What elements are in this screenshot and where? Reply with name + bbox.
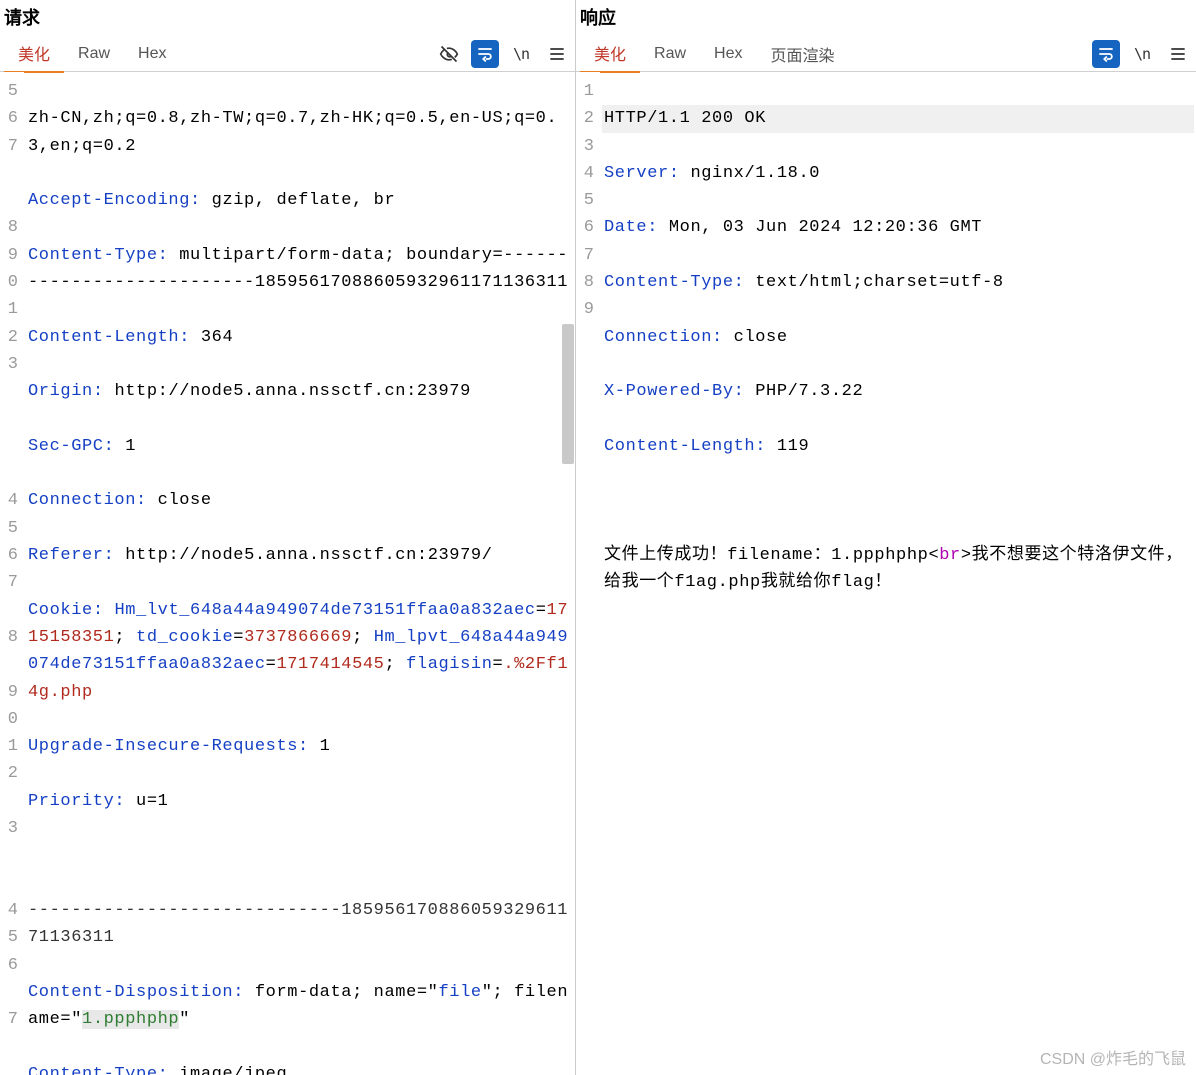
response-pane: 响应 美化 Raw Hex 页面渲染 \n 123456789 HTTP/1.1… — [576, 0, 1196, 1075]
status-line: HTTP/1.1 200 OK — [602, 105, 1194, 132]
request-scrollbar[interactable] — [561, 72, 575, 1075]
menu-icon[interactable] — [1164, 40, 1192, 68]
response-title: 响应 — [576, 0, 1196, 36]
request-pane: 请求 美化 Raw Hex \n 56789012345678901234567… — [0, 0, 576, 1075]
newline-icon[interactable]: \n — [1128, 40, 1156, 68]
tab-hex[interactable]: Hex — [700, 39, 756, 69]
response-code-area: 123456789 HTTP/1.1 200 OK Server: nginx/… — [576, 72, 1196, 1075]
tab-hex[interactable]: Hex — [124, 39, 180, 69]
tab-pretty[interactable]: 美化 — [4, 35, 64, 73]
response-code[interactable]: HTTP/1.1 200 OK Server: nginx/1.18.0 Dat… — [600, 72, 1196, 1075]
tab-raw[interactable]: Raw — [640, 39, 700, 69]
wrap-lines-icon[interactable] — [1092, 40, 1120, 68]
menu-icon[interactable] — [543, 40, 571, 68]
wrap-lines-icon[interactable] — [471, 40, 499, 68]
request-code[interactable]: zh-CN,zh;q=0.8,zh-TW;q=0.7,zh-HK;q=0.5,e… — [24, 72, 575, 1075]
eye-off-icon[interactable] — [435, 40, 463, 68]
tab-raw[interactable]: Raw — [64, 39, 124, 69]
request-tabbar: 美化 Raw Hex \n — [0, 36, 575, 72]
scrollbar-thumb[interactable] — [562, 324, 574, 464]
request-code-area: 56789012345678901234567 zh-CN,zh;q=0.8,z… — [0, 72, 575, 1075]
request-title: 请求 — [0, 0, 575, 36]
response-tabbar: 美化 Raw Hex 页面渲染 \n — [576, 36, 1196, 72]
newline-icon[interactable]: \n — [507, 40, 535, 68]
request-gutter: 56789012345678901234567 — [0, 72, 24, 1075]
response-gutter: 123456789 — [576, 72, 600, 1075]
tab-render[interactable]: 页面渲染 — [756, 36, 848, 72]
tab-pretty[interactable]: 美化 — [580, 35, 640, 73]
